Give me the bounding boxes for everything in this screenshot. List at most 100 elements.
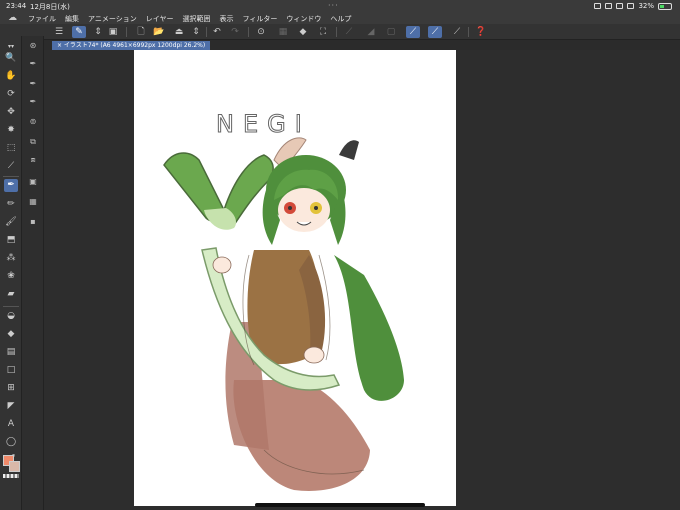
tool-palette: ▾▾ 🔍 ✋ ⟳ ✥ ✸ ⬚ ⟋ ✒ ✏ 🖌 ⬒ ⁂ ❀ ▰ ◒ ◆ ▤ □ ⊞… (0, 36, 22, 510)
airbrush-icon[interactable]: ⁂ (4, 252, 18, 265)
save-icon[interactable]: ⏏ (172, 26, 186, 38)
frame-icon[interactable]: ⊞ (4, 382, 18, 395)
vector-snap-icon[interactable]: ⟋ (428, 26, 442, 38)
auto-select-icon[interactable]: ✸ (4, 124, 18, 137)
redo-icon[interactable]: ↷ (228, 26, 242, 38)
artwork: NEGI (163, 110, 404, 491)
sub-tool-settings-icon[interactable]: ⊛ (27, 40, 39, 52)
menu-help[interactable]: ヘルプ (330, 14, 351, 24)
ruler-tool-icon[interactable]: ◤ (4, 400, 18, 413)
menu-window[interactable]: ウィンドウ (286, 14, 321, 24)
brush-icon[interactable]: 🖌 (4, 216, 18, 229)
hair-tail (334, 255, 404, 401)
hand-left (212, 256, 232, 274)
menu-hamburger-icon[interactable]: ☰ (52, 26, 66, 38)
layer-icon[interactable]: ⧈ (27, 154, 39, 166)
rotate-icon[interactable]: ⟳ (4, 88, 18, 101)
marker-pen-icon[interactable]: ✒ (27, 96, 39, 108)
wifi-icon (605, 3, 613, 9)
pupil-left (288, 206, 292, 210)
hand-icon[interactable]: ✋ (4, 70, 18, 83)
zoom-icon[interactable]: 🔍 (4, 52, 18, 65)
command-bar: ☰ ✎ ⇕ ▣ 🗋 📂 ⏏ ⇕ ↶ ↷ ⊙ ▦ ◆ ⛶ ⟋ ◢ ▢ ⟋ ⟋ ⟋ … (0, 24, 680, 40)
document-tab[interactable]: × イラスト74* (A6 4961×6992px 1200dpi 26.2%) (52, 41, 211, 50)
battery-percent: 32% (638, 2, 654, 10)
sub-tool-strip: ⊛ ✒ ✒ ✒ ⊚ ⧉ ⧈ ▣ ▦ ▪ (22, 36, 44, 510)
navigator-icon[interactable]: ▣ (27, 176, 39, 188)
gradient-icon[interactable]: ▤ (4, 346, 18, 359)
stabilizer-icon[interactable]: ⟋ (406, 26, 420, 38)
sub-color-swatch[interactable] (9, 461, 20, 472)
stepper-2-icon[interactable]: ⇕ (189, 26, 203, 38)
undo-icon[interactable]: ↶ (210, 26, 224, 38)
decoration-icon[interactable]: ❀ (4, 270, 18, 283)
balloon-icon[interactable]: ◯ (4, 436, 18, 449)
drawing-canvas[interactable]: NEGI (134, 50, 456, 506)
material-icon[interactable]: ▦ (27, 196, 39, 208)
signal-icon (594, 3, 602, 9)
menu-animation[interactable]: アニメーション (88, 14, 137, 24)
app-logo-icon[interactable]: ☁ (8, 13, 18, 23)
mapping-pen-icon[interactable]: ✒ (27, 78, 39, 90)
toolbar-divider (248, 27, 249, 37)
quick-access-icon[interactable]: ▣ (106, 26, 120, 38)
palette-divider (3, 176, 19, 177)
stepper-icon[interactable]: ⇕ (91, 26, 105, 38)
battery-icon (658, 2, 672, 10)
toolbar-divider (336, 27, 337, 37)
toolbar-divider (206, 27, 207, 37)
toolbar-divider (468, 27, 469, 37)
palette-divider (3, 306, 19, 307)
ruler-icon[interactable]: ⟋ (342, 26, 356, 38)
selection-clear-icon[interactable]: ⊙ (254, 26, 268, 38)
toolbar-divider (126, 27, 127, 37)
menu-view[interactable]: 表示 (220, 14, 234, 24)
fill-bucket-icon[interactable]: ◆ (4, 328, 18, 341)
pen-pressure-icon[interactable]: ⟋ (450, 26, 464, 38)
new-file-icon[interactable]: 🗋 (134, 26, 148, 38)
menu-file[interactable]: ファイル (28, 14, 56, 24)
status-right: 32% (594, 2, 672, 10)
artwork-title: NEGI (216, 110, 311, 138)
menu-selection[interactable]: 選択範囲 (183, 14, 211, 24)
fill-icon[interactable]: ◆ (296, 26, 310, 38)
pen-icon[interactable]: ✒ (4, 179, 18, 192)
status-time: 23:44 (6, 2, 27, 10)
menu-bar: ☁ ファイル 編集 アニメーション レイヤー 選択範囲 表示 フィルター ウィン… (0, 12, 680, 24)
document-tab-bar: × イラスト74* (A6 4961×6992px 1200dpi 26.2%) (14, 40, 680, 50)
status-date: 12月8日(水) (30, 3, 70, 11)
help-icon[interactable]: ❓ (474, 26, 488, 38)
text-icon[interactable]: A (4, 418, 18, 431)
menu-items: ファイル 編集 アニメーション レイヤー 選択範囲 表示 フィルター ウィンドウ… (28, 14, 351, 24)
menu-edit[interactable]: 編集 (65, 14, 79, 24)
snap-grid-icon[interactable]: ▢ (384, 26, 398, 38)
eyedropper-icon[interactable]: ⟋ (4, 160, 18, 173)
sub-tool-detail-icon[interactable]: ⊚ (27, 116, 39, 128)
blend-icon[interactable]: ◒ (4, 310, 18, 323)
figure-icon[interactable]: □ (4, 364, 18, 377)
paint-icon[interactable]: ⬒ (4, 234, 18, 247)
screen-record-icon (616, 3, 624, 9)
snap-ruler-icon[interactable]: ◢ (364, 26, 378, 38)
move-layer-icon[interactable]: ✥ (4, 106, 18, 119)
selection-icon[interactable]: ⬚ (4, 142, 18, 155)
hand-right (303, 346, 325, 364)
color-history-icon[interactable]: ▪ (27, 216, 39, 228)
pencil-icon[interactable]: ✏ (4, 198, 18, 211)
menu-filter[interactable]: フィルター (243, 14, 278, 24)
transparent-color-swatch[interactable] (3, 474, 19, 478)
g-pen-icon[interactable]: ✒ (27, 58, 39, 70)
transform-icon[interactable]: ⛶ (316, 26, 330, 38)
eraser-icon[interactable]: ▰ (4, 288, 18, 301)
lock-rotation-icon (627, 3, 635, 9)
edit-mode-icon[interactable]: ✎ (72, 26, 86, 38)
multitask-dots[interactable]: ··· (328, 1, 339, 10)
workspace: NEGI (44, 50, 680, 510)
menu-layer[interactable]: レイヤー (146, 14, 174, 24)
home-indicator[interactable] (255, 503, 425, 507)
layer-property-icon[interactable]: ⧉ (27, 136, 39, 148)
status-bar: 23:44 12月8日(水) ··· 32% (0, 0, 680, 12)
invert-selection-icon[interactable]: ▦ (276, 26, 290, 38)
open-file-icon[interactable]: 📂 (152, 26, 166, 38)
horn-right (339, 140, 359, 160)
